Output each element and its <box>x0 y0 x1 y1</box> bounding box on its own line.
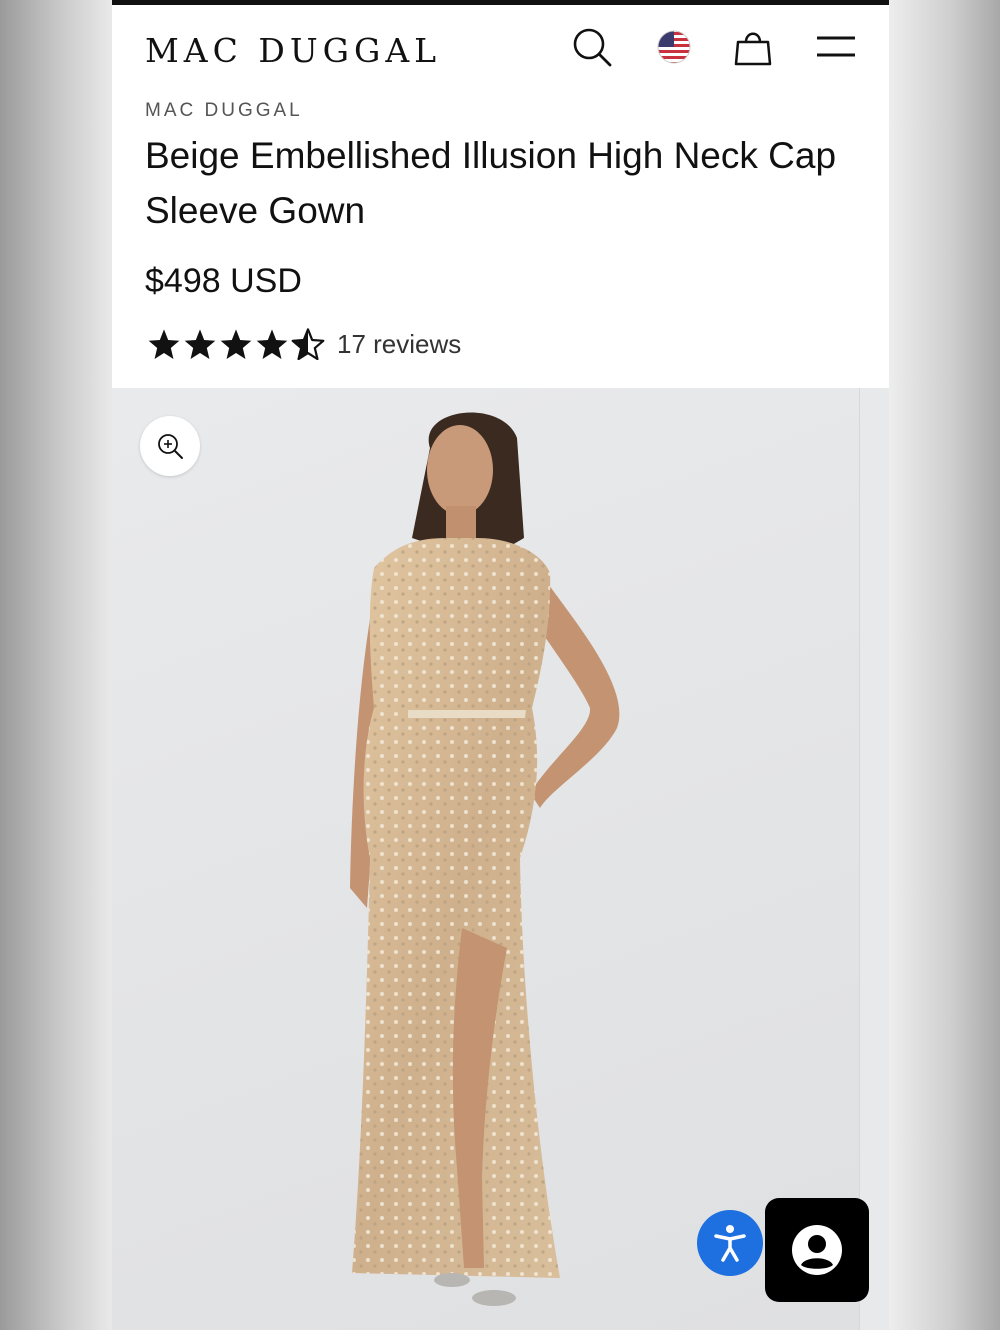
product-photo-gown <box>350 412 620 1306</box>
product-price: $498 USD <box>145 262 302 300</box>
star-full-icon <box>220 329 252 360</box>
shopping-bag-icon[interactable] <box>731 25 775 69</box>
us-flag-icon[interactable] <box>652 25 696 69</box>
accessibility-button[interactable] <box>697 1210 763 1276</box>
zoom-in-icon <box>158 434 183 459</box>
menu-icon[interactable] <box>814 25 858 69</box>
star-full-icon <box>184 329 216 360</box>
star-full-icon <box>148 329 180 360</box>
star-full-icon <box>256 329 288 360</box>
site-header: MAC DUGGAL <box>112 5 889 90</box>
next-image-peek[interactable] <box>859 388 889 1330</box>
chat-support-button[interactable] <box>765 1198 869 1302</box>
zoom-button[interactable] <box>140 416 200 476</box>
product-title: Beige Embellished Illusion High Neck Cap… <box>145 135 837 231</box>
star-rating <box>147 328 325 360</box>
product-brand[interactable]: MAC DUGGAL <box>145 100 303 122</box>
product-rating[interactable]: 17 reviews <box>147 328 461 360</box>
search-icon[interactable] <box>570 25 614 69</box>
accessibility-icon <box>714 1225 746 1262</box>
user-avatar-icon <box>792 1225 842 1275</box>
product-page: MAC DUGGAL MAC DUGGAL Beige Embellished … <box>112 0 889 1330</box>
site-logo[interactable]: MAC DUGGAL <box>145 31 441 70</box>
product-image-gallery[interactable] <box>112 388 889 1330</box>
star-half-icon <box>291 328 325 360</box>
reviews-link[interactable]: 17 reviews <box>337 329 461 360</box>
